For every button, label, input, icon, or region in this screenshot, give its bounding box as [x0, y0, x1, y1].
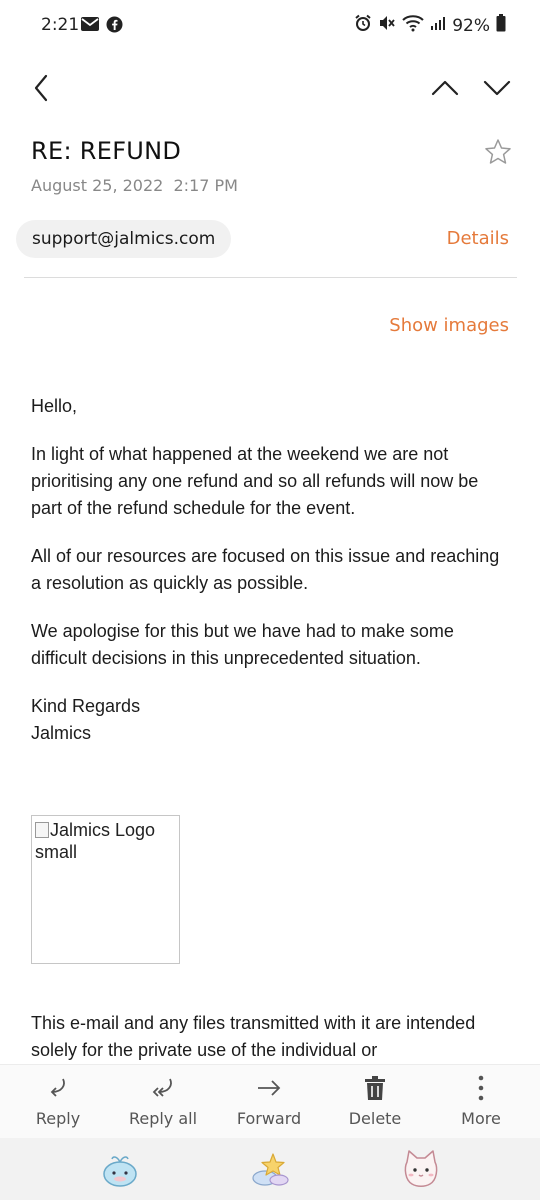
wifi-icon	[402, 14, 424, 37]
delete-label: Delete	[348, 1109, 402, 1128]
greeting: Hello,	[31, 396, 78, 416]
home-button[interactable]	[249, 1148, 291, 1190]
body-paragraph: We apologise for this but we have had to…	[31, 621, 454, 668]
chevron-down-icon	[483, 80, 511, 96]
logo-image-placeholder: Jalmics Logo small	[31, 815, 180, 964]
alarm-icon	[354, 14, 372, 37]
email-disclaimer: This e-mail and any files transmitted wi…	[31, 1013, 476, 1060]
more-label: More	[461, 1109, 501, 1128]
email-date: August 25, 2022 2:17 PM	[31, 176, 238, 195]
star-button[interactable]	[483, 137, 513, 167]
reply-label: Reply	[35, 1109, 81, 1128]
reply-button[interactable]: Reply	[13, 1075, 103, 1128]
body-paragraph: All of our resources are focused on this…	[31, 546, 500, 593]
reply-icon	[50, 1078, 65, 1097]
facebook-icon	[106, 16, 123, 38]
battery-icon	[496, 14, 506, 37]
star-icon	[485, 139, 511, 164]
logo-alt-text: Jalmics Logo small	[35, 820, 156, 862]
details-link[interactable]: Details	[447, 228, 509, 249]
forward-button[interactable]: Forward	[224, 1075, 314, 1128]
sender-chip[interactable]: support@jalmics.com	[16, 220, 232, 258]
mute-icon	[378, 14, 396, 37]
reply-all-button[interactable]: Reply all	[118, 1075, 208, 1128]
email-icon	[80, 16, 100, 38]
signature: Jalmics	[31, 723, 92, 743]
back-nav-button[interactable]	[400, 1148, 442, 1190]
status-bar: 2:21 92%	[0, 0, 540, 52]
forward-icon	[258, 1080, 281, 1096]
email-body: Hello, In light of what happened at the …	[31, 393, 511, 747]
back-button[interactable]	[30, 72, 54, 104]
cat-icon	[404, 1150, 438, 1187]
header-divider	[24, 277, 517, 278]
battery-percent: 92%	[452, 15, 490, 36]
email-subject: RE: REFUND	[31, 137, 182, 165]
whale-icon	[103, 1156, 137, 1187]
recent-apps-button[interactable]	[99, 1148, 141, 1190]
email-nav-bar	[0, 60, 540, 116]
email-action-toolbar: Reply Reply all Forward Delete More	[0, 1064, 540, 1139]
star-cloud-icon	[252, 1153, 289, 1186]
body-paragraph: In light of what happened at the weekend…	[31, 444, 479, 518]
forward-label: Forward	[236, 1109, 302, 1128]
status-time: 2:21	[41, 15, 80, 35]
delete-button[interactable]: Delete	[330, 1075, 420, 1128]
more-button[interactable]: More	[436, 1075, 526, 1128]
reply-all-label: Reply all	[128, 1109, 198, 1128]
trash-icon	[365, 1076, 385, 1100]
broken-image-icon	[35, 822, 49, 838]
signal-icon	[430, 15, 446, 36]
show-images-link[interactable]: Show images	[389, 315, 509, 336]
reply-all-icon	[152, 1078, 172, 1097]
next-email-button[interactable]	[482, 74, 512, 102]
signoff: Kind Regards	[31, 696, 141, 716]
chevron-left-icon	[34, 74, 48, 102]
more-vertical-icon	[478, 1075, 484, 1101]
chevron-up-icon	[431, 80, 459, 96]
previous-email-button[interactable]	[430, 74, 460, 102]
system-nav-bar	[0, 1138, 540, 1200]
